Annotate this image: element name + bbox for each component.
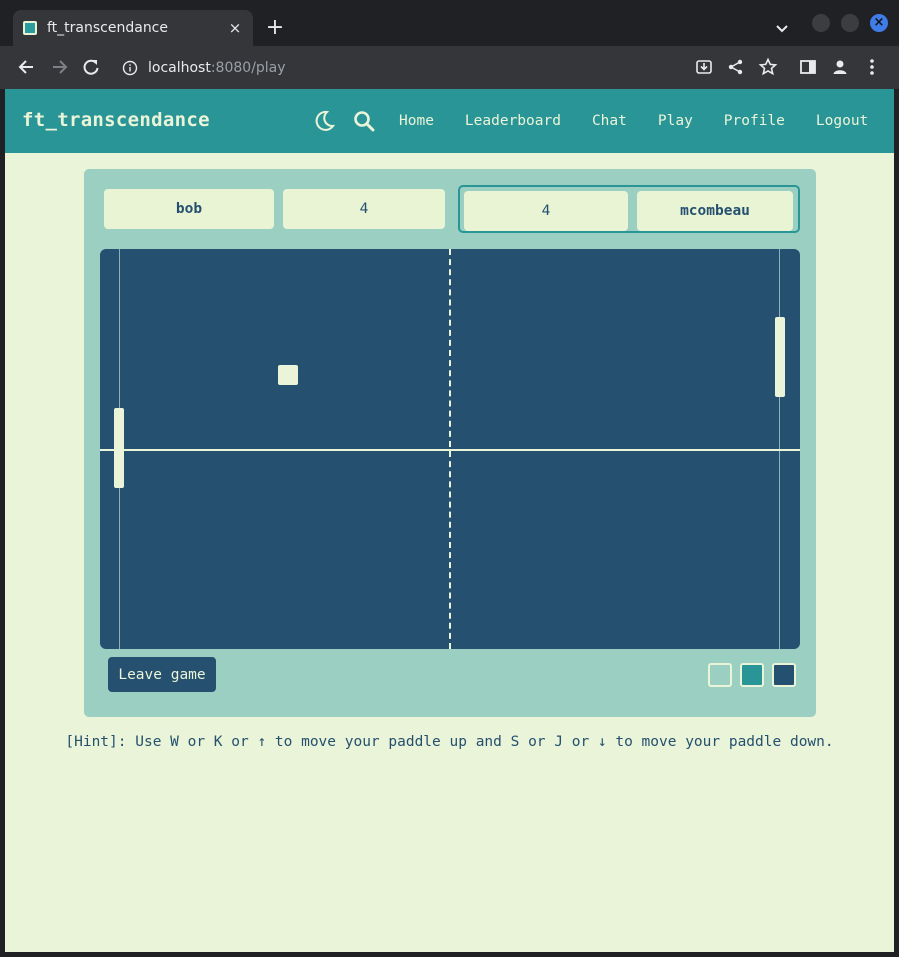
window-maximize-button[interactable] — [841, 14, 859, 32]
nav-link-play[interactable]: Play — [658, 113, 693, 129]
url-host: localhost — [148, 60, 211, 76]
nav-link-chat[interactable]: Chat — [592, 113, 627, 129]
player2-score: 4 — [464, 191, 628, 231]
url-path: :8080/play — [210, 60, 286, 76]
reload-icon[interactable] — [81, 57, 101, 77]
nav-link-home[interactable]: Home — [399, 113, 434, 129]
side-panel-icon[interactable] — [798, 57, 818, 77]
ball — [278, 365, 298, 385]
game-field[interactable] — [100, 249, 800, 649]
window-close-button[interactable]: × — [870, 14, 888, 32]
browser-toolbar: localhost:8080/play — [0, 46, 899, 89]
address-bar[interactable]: localhost:8080/play — [112, 51, 792, 85]
player2-name: mcombeau — [637, 191, 793, 231]
nav-links: Home Leaderboard Chat Play Profile Logou… — [399, 89, 868, 153]
favicon-icon — [23, 21, 37, 35]
share-icon[interactable] — [726, 57, 746, 77]
browser-tab[interactable]: ft_transcendance × — [13, 10, 253, 46]
new-tab-button[interactable]: + — [263, 16, 287, 40]
player1-score: 4 — [283, 189, 445, 229]
player1-paddle — [114, 408, 124, 488]
install-app-icon[interactable] — [694, 57, 714, 77]
brand-logo[interactable]: ft_transcendance — [22, 109, 210, 131]
url-text: localhost:8080/play — [148, 60, 286, 76]
window-minimize-button[interactable] — [812, 14, 830, 32]
search-icon[interactable] — [352, 109, 376, 133]
theme-swatch-teal[interactable] — [740, 663, 764, 687]
horizontal-midline — [100, 449, 800, 451]
navbar: ft_transcendance Home Leaderboard Chat P… — [5, 89, 894, 153]
tab-close-icon[interactable]: × — [227, 19, 243, 37]
nav-link-leaderboard[interactable]: Leaderboard — [465, 113, 561, 129]
theme-swatch-light[interactable] — [708, 663, 732, 687]
kebab-menu-icon[interactable] — [862, 57, 882, 77]
moon-icon[interactable] — [312, 109, 336, 133]
page: ft_transcendance Home Leaderboard Chat P… — [5, 89, 894, 952]
player2-paddle — [775, 317, 785, 397]
nav-link-logout[interactable]: Logout — [816, 113, 868, 129]
profile-icon[interactable] — [830, 57, 850, 77]
leave-game-button[interactable]: Leave game — [108, 657, 216, 692]
hint-text: [Hint]: Use W or K or ↑ to move your pad… — [65, 734, 834, 750]
bookmark-star-icon[interactable] — [758, 57, 778, 77]
chevron-down-icon[interactable] — [772, 18, 792, 38]
nav-link-profile[interactable]: Profile — [724, 113, 785, 129]
info-icon[interactable] — [122, 60, 138, 76]
browser-chrome: ft_transcendance × + × localhost:8080/pl… — [0, 0, 899, 89]
tab-title: ft_transcendance — [47, 20, 168, 36]
theme-swatch-dark[interactable] — [772, 663, 796, 687]
game-card: bob 4 4 mcombeau Leave game — [84, 169, 816, 717]
back-arrow-icon[interactable] — [17, 57, 37, 77]
player1-name: bob — [104, 189, 274, 229]
tab-strip: ft_transcendance × + × — [0, 0, 899, 46]
forward-arrow-icon[interactable] — [49, 57, 69, 77]
